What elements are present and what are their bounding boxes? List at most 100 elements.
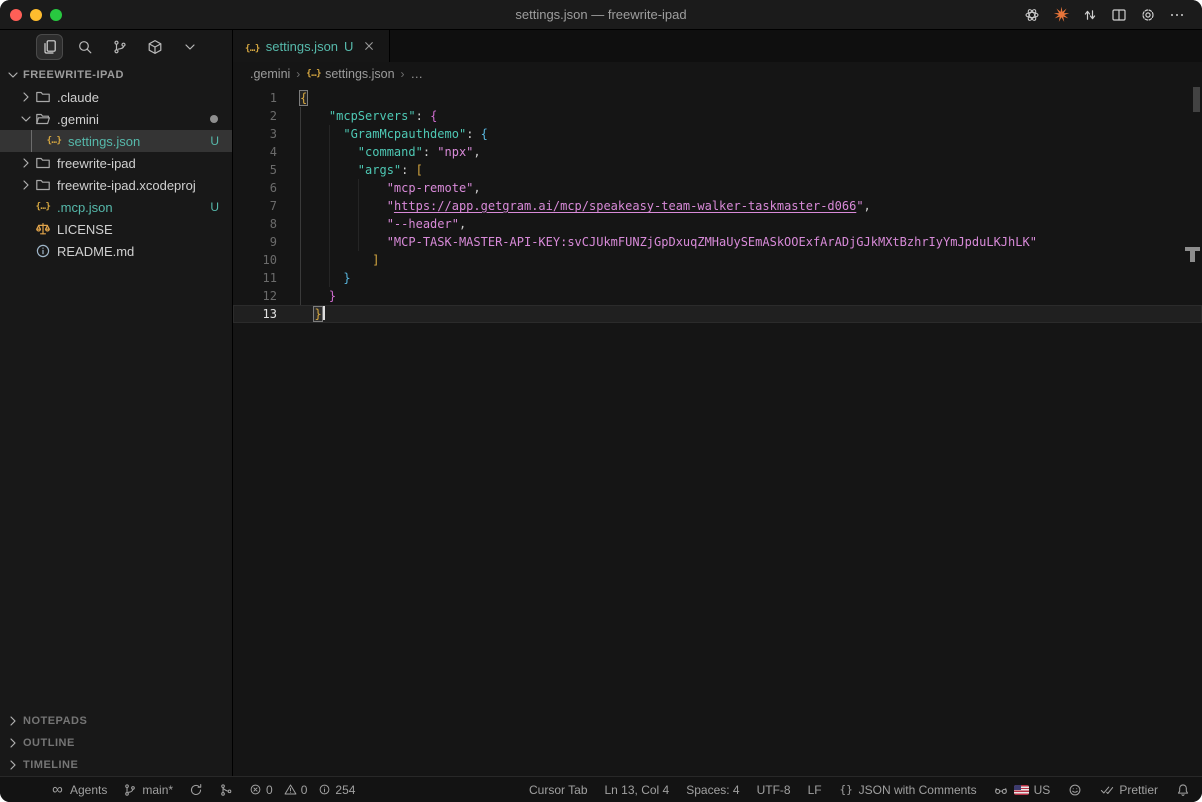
zoom-window-button[interactable]: [50, 9, 62, 21]
code-token: "command": [358, 145, 423, 159]
status-item-git-graph[interactable]: [218, 782, 233, 797]
status-count: 0: [266, 783, 273, 797]
status-item-indentation[interactable]: Spaces: 4: [686, 783, 739, 797]
panel-label: OUTLINE: [23, 737, 75, 749]
code-token: }: [329, 289, 336, 303]
code-editor[interactable]: 1{2 "mcpServers": {3 "GramMcpauthdemo": …: [233, 86, 1202, 776]
tab-settings-json[interactable]: {…} settings.json U: [233, 30, 390, 62]
status-item-cursor-position[interactable]: Ln 13, Col 4: [605, 783, 670, 797]
status-item-git-branch[interactable]: main*: [122, 782, 173, 797]
code-line-7: 7 "https://app.getgram.ai/mcp/speakeasy-…: [233, 197, 1202, 215]
warning-icon: [283, 782, 298, 797]
code-line-3: 3 "GramMcpauthdemo": {: [233, 125, 1202, 143]
source-control-icon: [112, 39, 128, 55]
breadcrumb-item[interactable]: .gemini: [250, 67, 290, 81]
tab-modified-badge: U: [344, 39, 353, 54]
activity-search-button[interactable]: [71, 34, 98, 60]
sync-icon: [188, 782, 203, 797]
explorer-item-.gemini[interactable]: .gemini: [0, 108, 232, 130]
folder-open-icon: [34, 111, 52, 127]
code-token: "mcpServers": [329, 109, 416, 123]
code-token: "mcp-remote": [387, 181, 474, 195]
git-untracked-badge: U: [210, 200, 219, 214]
close-window-button[interactable]: [10, 9, 22, 21]
url-link[interactable]: https://app.getgram.ai/mcp/speakeasy-tea…: [394, 199, 856, 213]
cube-icon: [147, 39, 163, 55]
chevron-right-icon: [5, 713, 21, 729]
chevron-spacer: [18, 199, 34, 215]
status-label: Ln 13, Col 4: [605, 783, 670, 797]
activity-more-views-button[interactable]: [176, 34, 203, 60]
explorer-item-settings.json[interactable]: {…}settings.jsonU: [0, 130, 232, 152]
explorer-item-license[interactable]: LICENSE: [0, 218, 232, 240]
breadcrumb-item[interactable]: …: [411, 67, 424, 81]
status-item-feedback[interactable]: [1067, 782, 1082, 797]
info-icon: [34, 243, 52, 259]
status-item-keyboard-layout[interactable]: US: [994, 782, 1051, 797]
explorer-item-.mcp.json[interactable]: {…}.mcp.jsonU: [0, 196, 232, 218]
sync-arrows-icon[interactable]: [1081, 6, 1099, 24]
panel-header-outline[interactable]: OUTLINE: [0, 732, 232, 754]
file-label: .mcp.json: [57, 200, 113, 215]
minimize-window-button[interactable]: [30, 9, 42, 21]
code-token: ,: [473, 145, 480, 159]
line-number: 4: [233, 143, 277, 161]
starburst-icon[interactable]: [1052, 6, 1070, 24]
status-item-cursor-tab[interactable]: Cursor Tab: [529, 783, 587, 797]
explorer-item-freewrite-ipad.xcodeproj[interactable]: freewrite-ipad.xcodeproj: [0, 174, 232, 196]
activity-explorer-button[interactable]: [36, 34, 63, 60]
code-token: :: [466, 127, 480, 141]
breadcrumb-item[interactable]: {…}settings.json: [306, 67, 394, 81]
line-number: 7: [233, 197, 277, 215]
split-editor-icon[interactable]: [1110, 6, 1128, 24]
status-item-formatter[interactable]: Prettier: [1099, 782, 1158, 797]
status-item-problems[interactable]: 00254: [248, 782, 355, 797]
line-number: 9: [233, 233, 277, 251]
gear-icon[interactable]: [1139, 6, 1157, 24]
chevron-right-icon: [5, 757, 21, 773]
glasses-icon: [994, 782, 1009, 797]
folder-icon: [34, 177, 52, 193]
explorer-item-freewrite-ipad[interactable]: freewrite-ipad: [0, 152, 232, 174]
code-line-13: 13 }: [233, 305, 1202, 323]
line-number: 13: [233, 305, 277, 323]
folder-icon: [34, 89, 52, 105]
files-icon: [42, 39, 58, 55]
titlebar: settings.json — freewrite-ipad: [0, 0, 1202, 30]
file-label: freewrite-ipad.xcodeproj: [57, 178, 196, 193]
explorer-item-readme.md[interactable]: README.md: [0, 240, 232, 262]
breadcrumb-label: .gemini: [250, 67, 290, 81]
git-branch-icon: [122, 782, 137, 797]
sidebar: FREEWRITE-IPAD .claude.gemini{…}settings…: [0, 30, 233, 776]
chevron-spacer: [18, 243, 34, 259]
git-untracked-badge: U: [210, 134, 219, 148]
activity-extensions-button[interactable]: [141, 34, 168, 60]
status-item-language-mode[interactable]: {}JSON with Comments: [839, 782, 977, 797]
panel-header-notepads[interactable]: NOTEPADS: [0, 710, 232, 732]
vertical-scrollbar[interactable]: [1193, 87, 1200, 112]
explorer-item-.claude[interactable]: .claude: [0, 86, 232, 108]
chevron-right-icon: [18, 89, 34, 105]
json-icon: {…}: [306, 69, 321, 79]
status-item-agents[interactable]: ∞Agents: [50, 782, 107, 797]
code-line-5: 5 "args": [: [233, 161, 1202, 179]
code-token: [300, 271, 343, 285]
status-item-encoding[interactable]: UTF-8: [757, 783, 791, 797]
line-number: 10: [233, 251, 277, 269]
panel-header-timeline[interactable]: TIMELINE: [0, 754, 232, 776]
code-token: :: [401, 163, 415, 177]
close-tab-icon[interactable]: [361, 38, 377, 54]
code-line-10: 10 ]: [233, 251, 1202, 269]
code-line-6: 6 "mcp-remote",: [233, 179, 1202, 197]
status-item-notifications[interactable]: [1175, 782, 1190, 797]
line-number: 11: [233, 269, 277, 287]
ai-logo-icon[interactable]: [1023, 6, 1041, 24]
status-item-eol[interactable]: LF: [808, 783, 822, 797]
activity-source-control-button[interactable]: [106, 34, 133, 60]
code-token: {: [300, 91, 307, 105]
more-icon[interactable]: [1168, 6, 1186, 24]
status-item-sync[interactable]: [188, 782, 203, 797]
json-file-icon: {…}: [245, 39, 260, 54]
explorer-root-header[interactable]: FREEWRITE-IPAD: [0, 64, 232, 86]
chevron-spacer: [29, 133, 45, 149]
